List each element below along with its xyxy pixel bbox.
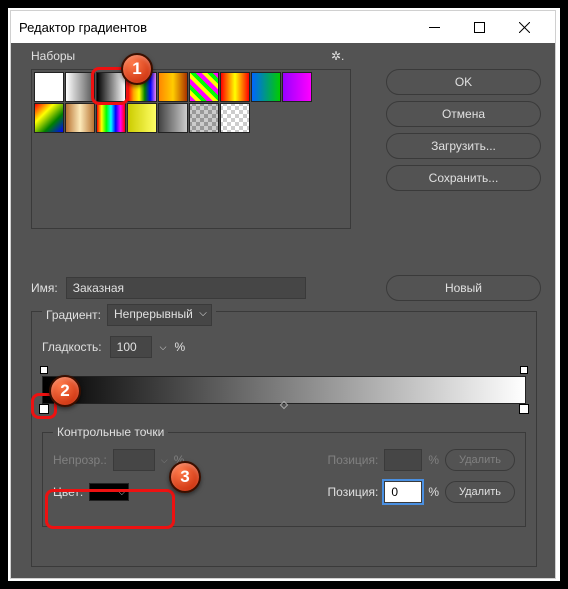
smoothness-input[interactable] xyxy=(110,336,152,358)
callout-2-badge: 2 xyxy=(49,375,81,407)
percent-label: % xyxy=(428,453,439,467)
preset-swatch[interactable] xyxy=(220,103,250,133)
color-stop-left[interactable] xyxy=(39,404,49,414)
preset-swatch[interactable] xyxy=(158,103,188,133)
preset-swatch[interactable] xyxy=(127,103,157,133)
opacity-position-input xyxy=(384,449,422,471)
opacity-stop-left[interactable] xyxy=(40,366,48,374)
color-swatch-picker[interactable]: ⌵ xyxy=(89,483,129,501)
callout-3-badge: 3 xyxy=(169,461,201,493)
position-label: Позиция: xyxy=(328,453,379,467)
control-points-legend: Контрольные точки xyxy=(53,425,168,439)
save-button[interactable]: Сохранить... xyxy=(386,165,541,191)
opacity-label: Непрозр.: xyxy=(53,453,107,467)
cancel-button[interactable]: Отмена xyxy=(386,101,541,127)
chevron-down-icon[interactable]: ⌵ xyxy=(118,487,125,498)
chevron-down-icon: ⌵ xyxy=(161,455,168,466)
color-label: Цвет: xyxy=(53,485,83,499)
window-title: Редактор градиентов xyxy=(19,20,147,35)
gradient-type-select[interactable]: Непрерывный xyxy=(107,304,212,326)
smoothness-label: Гладкость: xyxy=(42,340,102,354)
name-input[interactable] xyxy=(66,277,306,299)
preset-swatch[interactable] xyxy=(34,72,64,102)
gradient-editor xyxy=(42,366,526,416)
preset-swatch[interactable] xyxy=(65,103,95,133)
opacity-stop-right[interactable] xyxy=(520,366,528,374)
preset-swatch[interactable] xyxy=(158,72,188,102)
callout-1-badge: 1 xyxy=(121,53,153,85)
presets-panel xyxy=(31,69,351,229)
chevron-down-icon[interactable]: ⌵ xyxy=(160,342,167,353)
ok-button[interactable]: OK xyxy=(386,69,541,95)
preset-swatch[interactable] xyxy=(251,72,281,102)
preset-swatch[interactable] xyxy=(34,103,64,133)
opacity-input xyxy=(113,449,155,471)
delete-opacity-stop-button: Удалить xyxy=(445,449,515,471)
preset-swatch[interactable] xyxy=(189,72,219,102)
preset-swatch[interactable] xyxy=(96,103,126,133)
presets-label: Наборы xyxy=(31,49,75,63)
preset-swatch-selected[interactable] xyxy=(96,72,126,102)
delete-color-stop-button[interactable]: Удалить xyxy=(445,481,515,503)
gradient-editor-window: Редактор градиентов Наборы ✲. xyxy=(10,10,556,579)
preset-swatch[interactable] xyxy=(189,103,219,133)
control-points-section: Контрольные точки Непрозр.: ⌵ % Позиция:… xyxy=(42,432,526,527)
close-button[interactable] xyxy=(502,11,547,43)
gradient-section: Градиент: Непрерывный Гладкость: ⌵ % xyxy=(31,311,537,567)
position-label: Позиция: xyxy=(328,485,379,499)
presets-menu-icon[interactable]: ✲. xyxy=(331,49,344,63)
new-button[interactable]: Новый xyxy=(386,275,541,301)
titlebar: Редактор градиентов xyxy=(11,11,555,43)
maximize-button[interactable] xyxy=(457,11,502,43)
percent-label: % xyxy=(428,485,439,499)
name-label: Имя: xyxy=(31,281,58,295)
minimize-button[interactable] xyxy=(412,11,457,43)
gradient-type-label: Градиент: xyxy=(46,308,101,322)
color-stop-right[interactable] xyxy=(519,404,529,414)
preset-swatch[interactable] xyxy=(282,72,312,102)
load-button[interactable]: Загрузить... xyxy=(386,133,541,159)
percent-label: % xyxy=(174,340,185,354)
preset-swatch[interactable] xyxy=(65,72,95,102)
color-position-input[interactable] xyxy=(384,481,422,503)
preset-swatch[interactable] xyxy=(220,72,250,102)
